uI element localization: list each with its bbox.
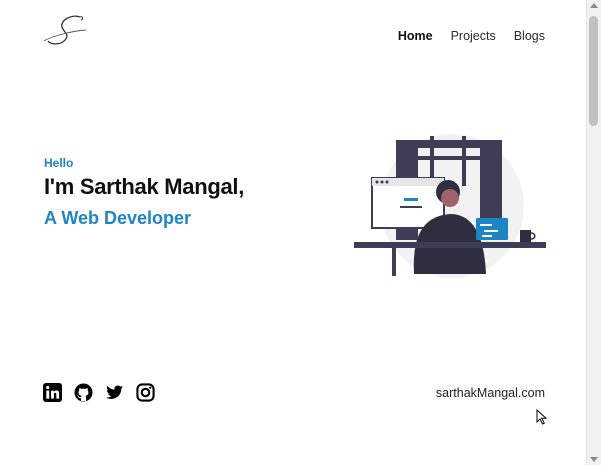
desk [354, 242, 546, 248]
page-scrollbar[interactable] [586, 0, 601, 465]
mouse-cursor-icon [536, 409, 548, 425]
desk-leg [392, 248, 396, 276]
logo-icon[interactable] [42, 14, 88, 48]
nav-home-link[interactable]: Home [398, 29, 433, 43]
main-nav: Home Projects Blogs [398, 29, 545, 43]
linkedin-icon[interactable] [43, 383, 62, 402]
hero-role: A Web Developer [44, 208, 192, 228]
coffee-cup [520, 230, 536, 242]
scroll-down-arrow-icon[interactable] [590, 457, 598, 462]
scrollbar-thumb[interactable] [589, 16, 598, 126]
developer-illustration [354, 134, 546, 278]
laptop [476, 218, 508, 240]
hero-name: I'm Sarthak Mangal, [44, 174, 245, 199]
social-links [43, 383, 155, 402]
site-domain-label: sarthakMangal.com [435, 386, 545, 400]
scroll-up-arrow-icon[interactable] [590, 3, 598, 8]
hero-greeting: Hello [44, 156, 74, 170]
twitter-icon[interactable] [105, 383, 124, 402]
nav-projects-link[interactable]: Projects [451, 29, 496, 43]
github-icon[interactable] [74, 383, 93, 402]
nav-blogs-link[interactable]: Blogs [514, 29, 545, 43]
hero-section: Hello I'm Sarthak Mangal, A Web Develope… [44, 156, 244, 229]
instagram-icon[interactable] [136, 383, 155, 402]
